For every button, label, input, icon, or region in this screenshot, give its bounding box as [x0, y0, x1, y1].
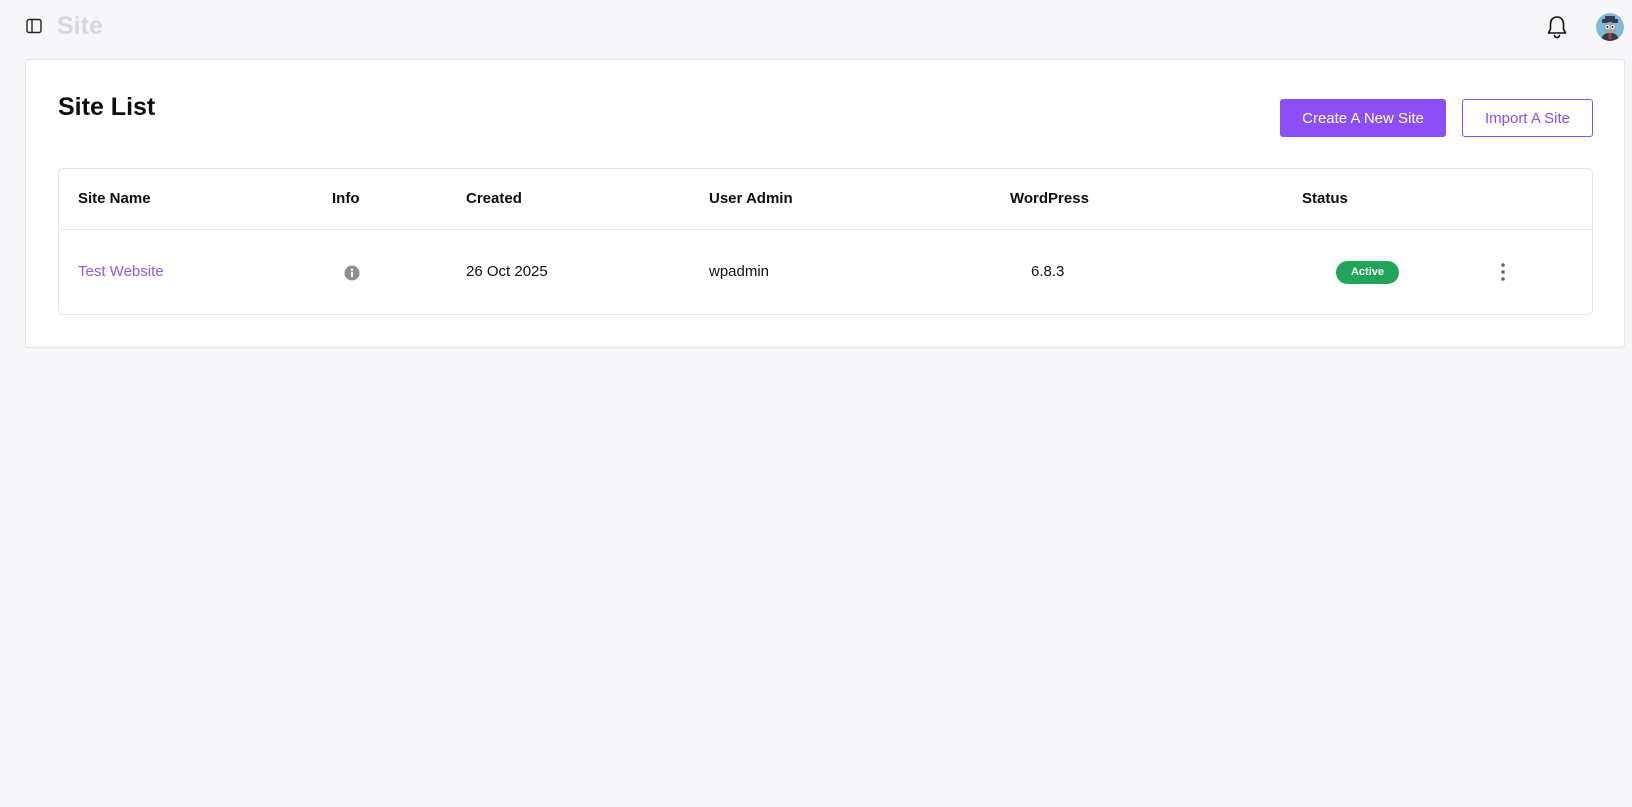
site-name-link[interactable]: Test Website: [78, 263, 164, 280]
table-header: Site Name Info Created User Admin WordPr…: [59, 169, 1592, 230]
status-badge: Active: [1336, 261, 1399, 284]
page-heading: Site: [57, 12, 103, 40]
sidebar-toggle-icon[interactable]: [26, 18, 42, 34]
card-title: Site List: [58, 93, 156, 121]
column-site-name: Site Name: [78, 190, 151, 207]
column-info: Info: [332, 190, 360, 207]
column-status: Status: [1302, 190, 1348, 207]
import-site-button[interactable]: Import A Site: [1462, 99, 1593, 137]
create-site-button[interactable]: Create A New Site: [1280, 99, 1446, 137]
site-table: Site Name Info Created User Admin WordPr…: [58, 168, 1593, 315]
more-vertical-icon[interactable]: [1495, 261, 1511, 283]
info-icon[interactable]: [344, 265, 360, 281]
column-user-admin: User Admin: [709, 190, 793, 207]
user-admin: wpadmin: [709, 263, 770, 280]
site-list-card: Site List Create A New Site Import A Sit…: [25, 59, 1625, 348]
column-created: Created: [466, 190, 522, 207]
bell-icon[interactable]: [1545, 14, 1569, 40]
wordpress-version: 6.8.3: [1031, 263, 1065, 280]
table-row: Test Website 26 Oct 2025 wpadmin 6.8.3 A…: [59, 230, 1592, 314]
created-date: 26 Oct 2025: [466, 263, 548, 280]
column-wordpress: WordPress: [1010, 190, 1089, 207]
top-bar: Site: [0, 0, 1632, 56]
user-avatar[interactable]: [1596, 13, 1624, 41]
